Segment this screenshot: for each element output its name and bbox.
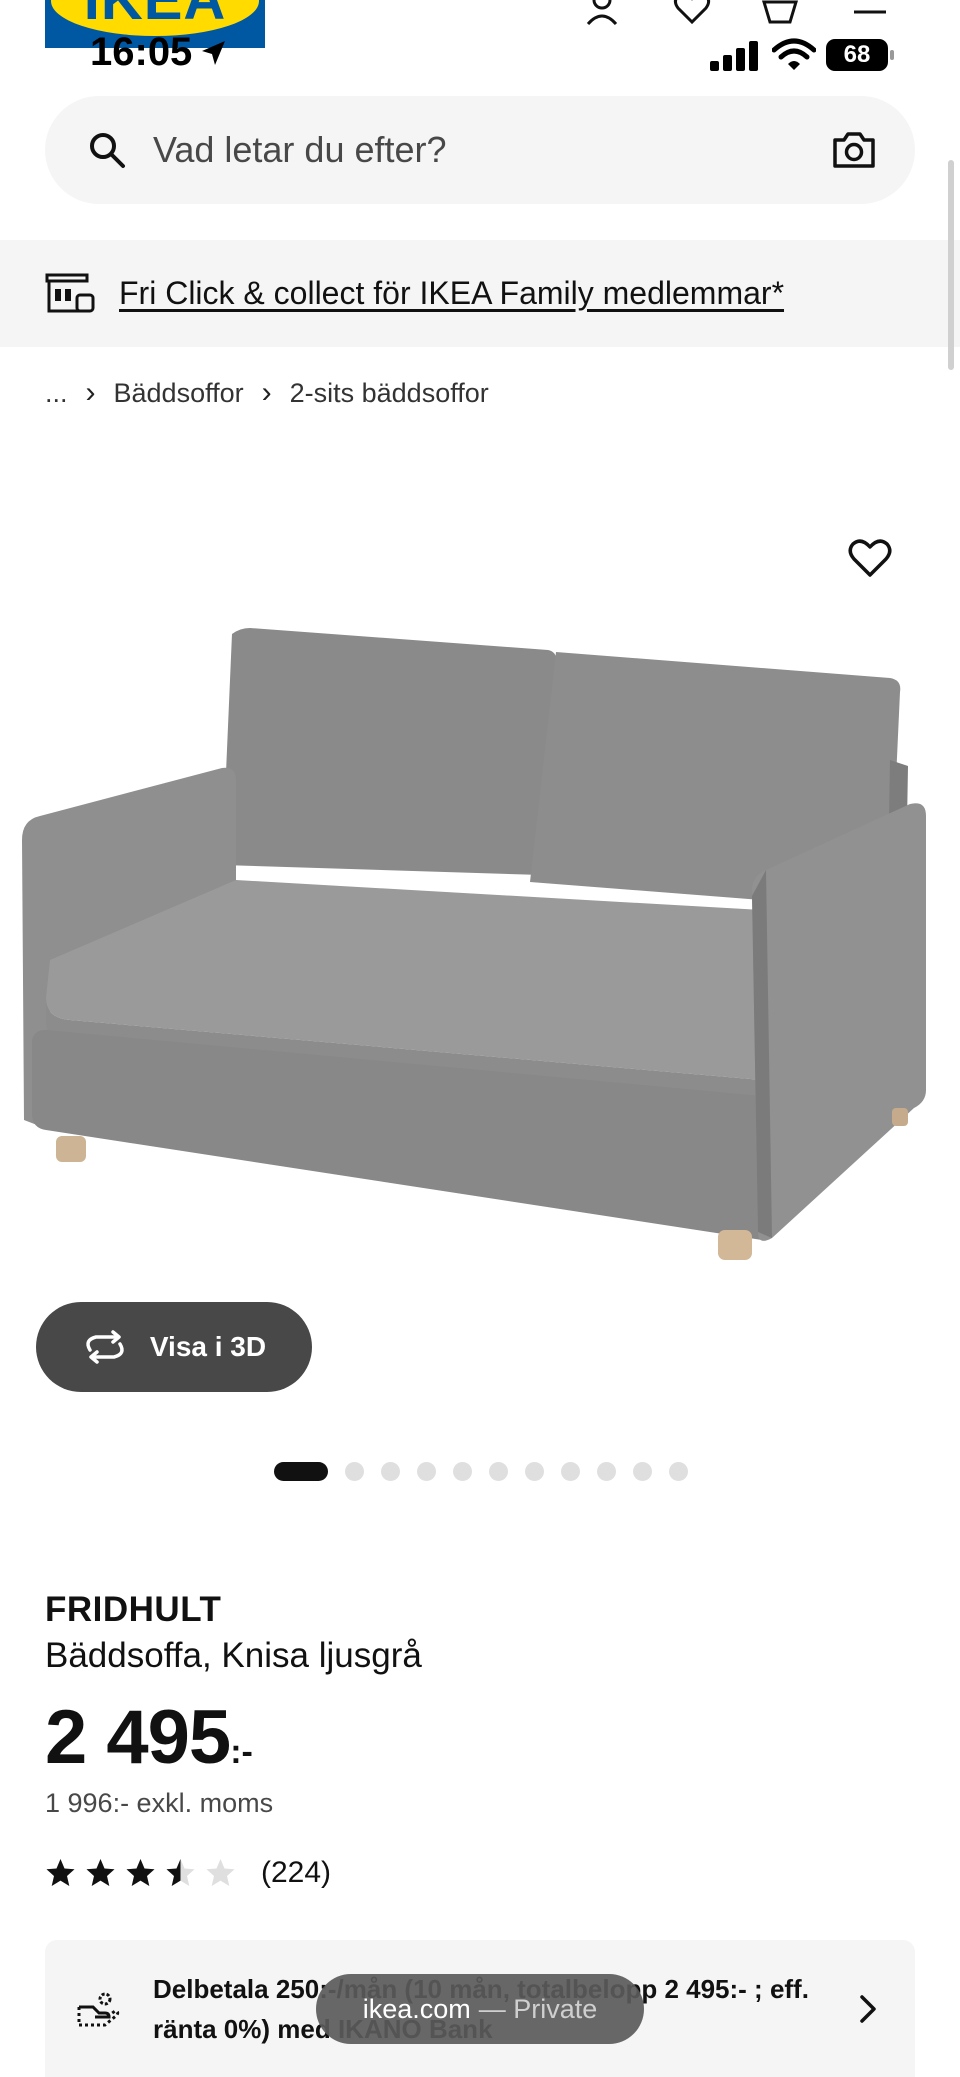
breadcrumb-ellipsis[interactable]: ... [45,378,68,409]
battery-level: 68 [843,41,871,68]
camera-icon[interactable] [831,130,877,170]
star-icon [126,1859,155,1886]
carousel-dot[interactable] [525,1462,544,1481]
search-icon [90,133,125,168]
basket-icon[interactable] [760,0,800,28]
carousel-dot[interactable] [274,1462,328,1481]
star-icon [166,1859,195,1886]
status-time: 16:05 [90,30,228,75]
breadcrumb-item-baddsoffor[interactable]: Bäddsoffor [114,378,244,409]
status-time-text: 16:05 [90,30,193,74]
carousel-dot[interactable] [345,1462,364,1481]
product-price: 2 495:- [45,1694,253,1781]
carousel-dot[interactable] [669,1462,688,1481]
carousel-dot[interactable] [489,1462,508,1481]
star-icon [46,1859,75,1886]
review-count[interactable]: (224) [261,1856,331,1890]
view-in-3d-label: Visa i 3D [149,1331,267,1362]
rating-stars [45,1858,245,1888]
view-in-3d-button[interactable]: Visa i 3D [36,1302,312,1392]
battery-indicator: 68 [826,39,894,71]
carousel-dot[interactable] [633,1462,652,1481]
browser-address-pill[interactable]: ikea.com — Private [316,1974,644,2044]
breadcrumb-item-2-sits[interactable]: 2-sits bäddsoffor [290,378,489,409]
click-collect-link[interactable]: Fri Click & collect för IKEA Family medl… [119,275,784,312]
product-image-sofa[interactable] [10,620,950,1270]
product-rating[interactable]: (224) [45,1856,331,1890]
menu-icon[interactable] [850,0,890,28]
product-description: Bäddsoffa, Knisa ljusgrå [45,1636,422,1675]
header-icons [0,0,960,30]
price-suffix: :- [230,1733,253,1771]
price-ex-vat: 1 996:- exkl. moms [45,1788,274,1818]
payment-hand-icon [77,1992,120,2026]
chevron-right-icon: › [85,376,96,409]
carousel-dot[interactable] [597,1462,616,1481]
carousel-dot[interactable] [381,1462,400,1481]
carousel-dot[interactable] [453,1462,472,1481]
chevron-right-icon: › [261,376,272,409]
price-value: 2 495 [45,1695,231,1780]
store-icon [45,273,95,312]
click-collect-banner[interactable]: Fri Click & collect för IKEA Family medl… [0,240,960,347]
star-icon [86,1859,115,1886]
product-name: FRIDHULT [45,1590,222,1629]
browser-private-label: — Private [478,1993,598,2024]
user-icon[interactable] [582,0,622,28]
wifi-icon [772,38,816,70]
rotate-3d-icon [86,1330,124,1364]
carousel-dot[interactable] [561,1462,580,1481]
breadcrumb: ... › Bäddsoffor › 2-sits bäddsoffor [45,376,489,410]
heart-icon[interactable] [672,0,712,28]
star-icon [206,1859,235,1886]
image-carousel-indicator [274,1462,688,1481]
favorite-heart-icon[interactable] [846,534,894,582]
chevron-right-icon [860,1994,876,2023]
search-input[interactable] [153,129,831,171]
search-bar[interactable] [45,96,915,204]
location-arrow-icon [202,40,226,65]
signal-icon [710,41,758,71]
scrollbar[interactable] [948,160,954,370]
status-indicators: 68 [710,38,894,72]
carousel-dot[interactable] [417,1462,436,1481]
browser-domain: ikea.com [362,1993,471,2024]
